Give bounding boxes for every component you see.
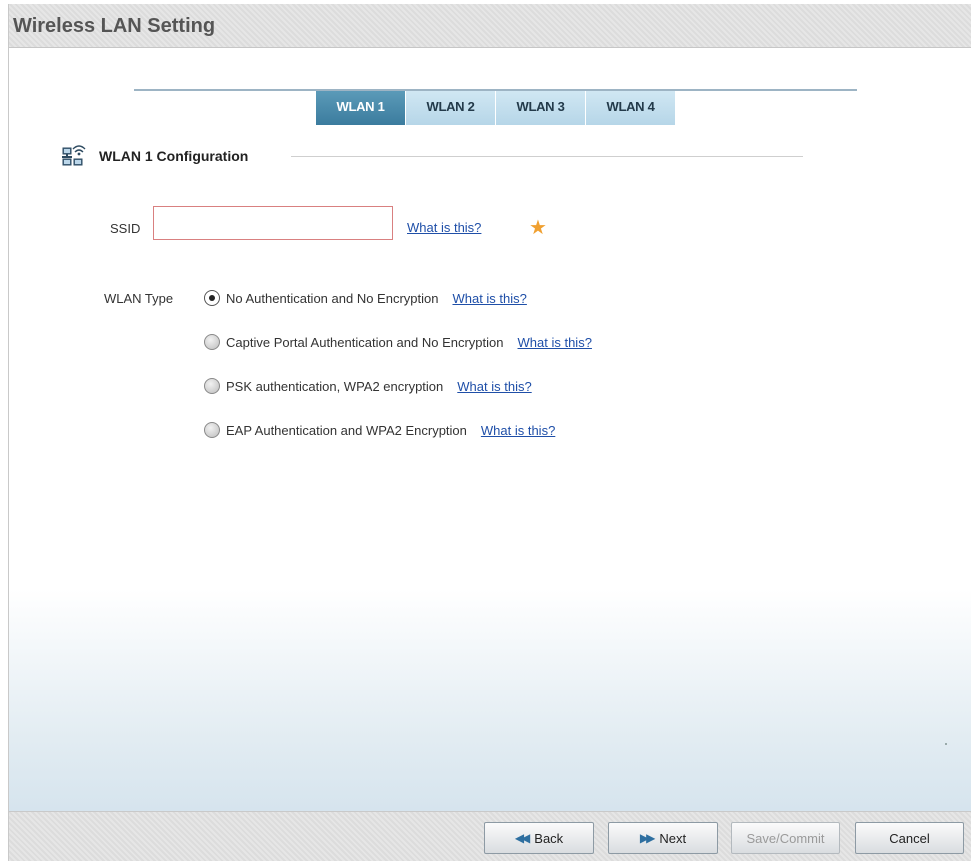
tab-wlan-2[interactable]: WLAN 2 (406, 91, 496, 125)
option-help-link[interactable]: What is this? (452, 291, 526, 306)
cancel-button[interactable]: Cancel (855, 822, 964, 854)
wlan-type-option-eap[interactable]: EAP Authentication and WPA2 Encryption W… (204, 420, 555, 440)
save-commit-button-label: Save/Commit (746, 830, 825, 846)
radio-button-icon[interactable] (204, 378, 220, 394)
option-help-link[interactable]: What is this? (518, 335, 592, 350)
content-area: WLAN 1 WLAN 2 WLAN 3 WLAN 4 WLAN 1 Confi… (9, 49, 971, 811)
footer-bar: ◀◀ Back ▶▶ Next Save/Commit Cancel (9, 811, 971, 861)
tab-wlan-1[interactable]: WLAN 1 (316, 91, 406, 125)
wlan-setting-window: Wireless LAN Setting WLAN 1 WLAN 2 WLAN … (8, 4, 971, 861)
ssid-help-link[interactable]: What is this? (407, 220, 481, 235)
option-label: PSK authentication, WPA2 encryption (226, 378, 444, 394)
cancel-button-label: Cancel (889, 830, 930, 846)
tab-wlan-3[interactable]: WLAN 3 (496, 91, 586, 125)
tab-wlan-4[interactable]: WLAN 4 (586, 91, 676, 125)
option-help-link[interactable]: What is this? (481, 423, 555, 438)
back-button[interactable]: ◀◀ Back (484, 822, 594, 854)
wlan-type-option-psk[interactable]: PSK authentication, WPA2 encryption What… (204, 376, 532, 396)
wlan-type-option-captive-portal[interactable]: Captive Portal Authentication and No Enc… (204, 332, 592, 352)
network-icon (61, 145, 89, 167)
section-header: WLAN 1 Configuration (61, 145, 803, 167)
required-star-icon: ★ (529, 217, 547, 239)
wlan-tabs: WLAN 1 WLAN 2 WLAN 3 WLAN 4 (316, 91, 676, 125)
next-button[interactable]: ▶▶ Next (608, 822, 718, 854)
next-arrow-icon: ▶▶ (639, 831, 656, 845)
section-divider (291, 156, 803, 157)
next-button-label: Next (659, 830, 687, 846)
section-title: WLAN 1 Configuration (99, 148, 249, 164)
ssid-label: SSID (110, 221, 141, 236)
option-label: Captive Portal Authentication and No Enc… (226, 334, 504, 350)
radio-button-icon[interactable] (204, 334, 220, 350)
wlan-type-option-no-auth[interactable]: No Authentication and No Encryption What… (204, 288, 527, 308)
back-button-label: Back (534, 830, 564, 846)
ssid-input[interactable] (153, 206, 393, 240)
window-title: Wireless LAN Setting (13, 15, 216, 37)
option-help-link[interactable]: What is this? (457, 379, 531, 394)
back-arrow-icon: ◀◀ (514, 831, 531, 845)
radio-button-checked-icon[interactable] (204, 290, 220, 306)
decorative-dot (945, 743, 947, 745)
option-label: EAP Authentication and WPA2 Encryption (226, 422, 467, 438)
radio-button-icon[interactable] (204, 422, 220, 438)
title-bar: Wireless LAN Setting (9, 4, 971, 48)
option-label: No Authentication and No Encryption (226, 290, 439, 306)
save-commit-button[interactable]: Save/Commit (731, 822, 840, 854)
wlan-type-label: WLAN Type (104, 291, 174, 306)
